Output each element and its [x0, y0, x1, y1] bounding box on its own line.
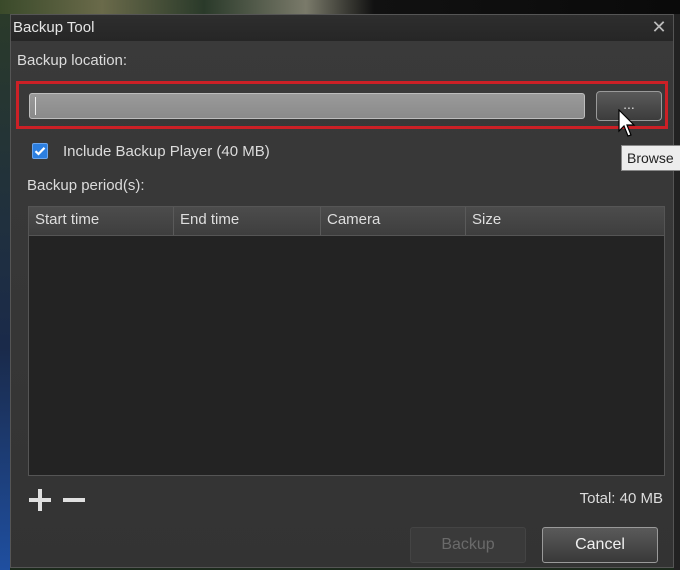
column-header-end-time[interactable]: End time [174, 207, 321, 235]
text-caret [35, 97, 36, 115]
backup-location-label: Backup location: [17, 52, 128, 69]
include-player-checkbox[interactable] [32, 143, 48, 159]
browse-tooltip: Browse [621, 145, 680, 171]
window-title: Backup Tool [13, 19, 95, 36]
checkmark-icon [34, 147, 46, 156]
title-bar: Backup Tool ✕ [11, 15, 673, 41]
plus-icon[interactable] [27, 487, 53, 513]
table-header: Start time End time Camera Size [29, 207, 664, 236]
cancel-button[interactable]: Cancel [542, 527, 658, 563]
desktop-background-left [0, 14, 10, 570]
backup-location-input[interactable] [29, 93, 585, 119]
column-header-start-time[interactable]: Start time [29, 207, 174, 235]
column-header-camera[interactable]: Camera [321, 207, 466, 235]
include-player-label: Include Backup Player (40 MB) [63, 143, 270, 160]
backup-periods-label: Backup period(s): [27, 177, 145, 194]
backup-periods-table[interactable]: Start time End time Camera Size [28, 206, 665, 476]
column-header-size[interactable]: Size [466, 207, 664, 235]
desktop-background-right [674, 14, 680, 570]
desktop-background-top [0, 0, 680, 14]
backup-tool-dialog: Backup Tool ✕ Backup location: ... Brows… [10, 14, 680, 568]
total-size: Total: 40 MB [579, 490, 663, 507]
mouse-pointer-icon [618, 109, 636, 137]
backup-button[interactable]: Backup [410, 527, 526, 563]
minus-icon[interactable] [61, 487, 87, 513]
close-icon[interactable]: ✕ [649, 17, 669, 38]
